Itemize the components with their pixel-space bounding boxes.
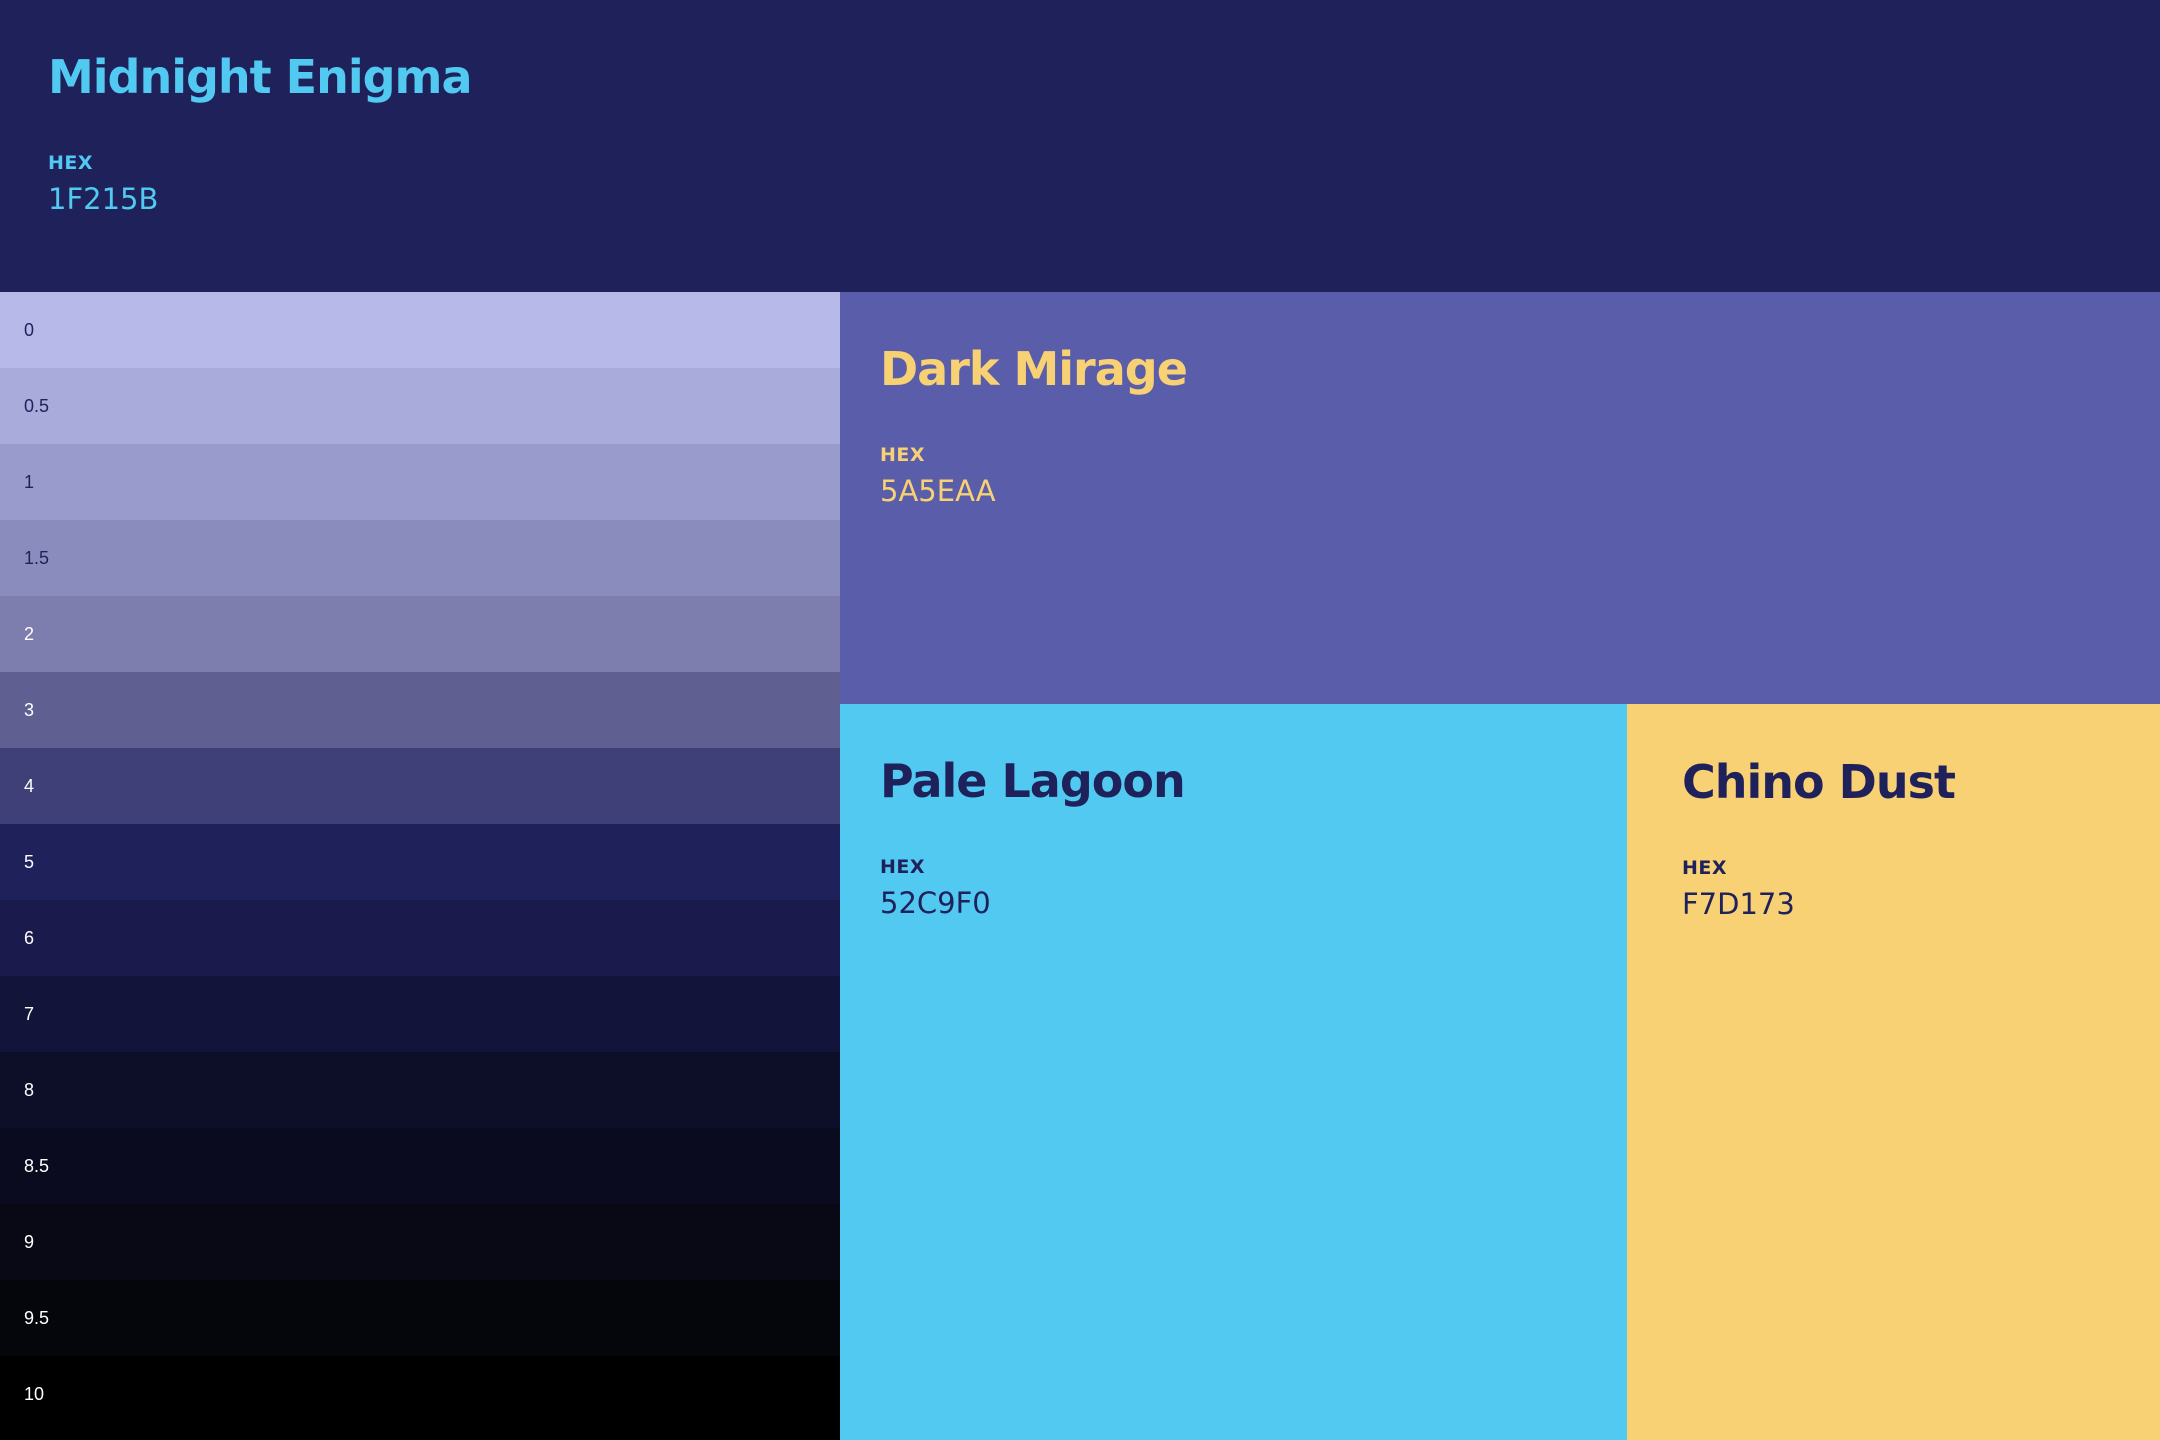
shade-row: 9: [0, 1204, 840, 1280]
shade-label: 8: [24, 1080, 35, 1100]
shade-row: 10: [0, 1356, 840, 1440]
swatch-name: Pale Lagoon: [880, 754, 1186, 808]
shade-label: 2: [24, 624, 35, 644]
shade-scale: 0 0.5 1 1.5 2 3 4 5 6 7 8 8.5 9 9.5 10: [0, 292, 840, 1440]
shade-row: 7: [0, 976, 840, 1052]
swatch-hex-value: 5A5EAA: [880, 474, 996, 508]
shade-label: 3: [24, 700, 35, 720]
shade-row: 4: [0, 748, 840, 824]
shade-row: 1: [0, 444, 840, 520]
shade-row: 8: [0, 1052, 840, 1128]
shade-label: 0.5: [24, 396, 50, 416]
shade-label: 4: [24, 776, 35, 796]
swatch-hex-value: 52C9F0: [880, 886, 991, 920]
swatch-hex-label: HEX: [880, 444, 926, 466]
shade-label: 1.5: [24, 548, 50, 568]
shade-row: 0.5: [0, 368, 840, 444]
swatch-hex-label: HEX: [880, 856, 926, 878]
shade-row: 9.5: [0, 1280, 840, 1356]
swatch-name: Dark Mirage: [880, 342, 1188, 396]
shade-label: 6: [24, 928, 35, 948]
shade-row: 6: [0, 900, 840, 976]
shade-label: 0: [24, 320, 35, 340]
shade-label: 9.5: [24, 1308, 50, 1328]
shade-row: 2: [0, 596, 840, 672]
shade-label: 1: [24, 472, 35, 492]
swatch-chino-dust: Chino Dust HEX F7D173: [1627, 704, 2160, 1440]
shade-label: 7: [24, 1004, 35, 1024]
primary-color-name: Midnight Enigma: [48, 50, 473, 104]
shade-label: 5: [24, 852, 35, 872]
swatch-name: Chino Dust: [1682, 755, 1956, 809]
shade-label: 9: [24, 1232, 35, 1252]
shade-label: 8.5: [24, 1156, 50, 1176]
swatch-pale-lagoon: Pale Lagoon HEX 52C9F0: [840, 704, 1627, 1440]
primary-hex-value: 1F215B: [48, 182, 159, 216]
shade-row: 8.5: [0, 1128, 840, 1204]
shade-row: 5: [0, 824, 840, 900]
swatch-hex-label: HEX: [1682, 857, 1728, 879]
swatch-hex-value: F7D173: [1682, 887, 1795, 921]
swatch-dark-mirage: Dark Mirage HEX 5A5EAA: [840, 292, 2160, 704]
shade-row: 1.5: [0, 520, 840, 596]
primary-color-panel: Midnight Enigma HEX 1F215B: [0, 0, 2160, 292]
shade-label: 10: [24, 1384, 45, 1404]
primary-hex-label: HEX: [48, 152, 94, 174]
shade-row: 0: [0, 292, 840, 368]
shade-row: 3: [0, 672, 840, 748]
